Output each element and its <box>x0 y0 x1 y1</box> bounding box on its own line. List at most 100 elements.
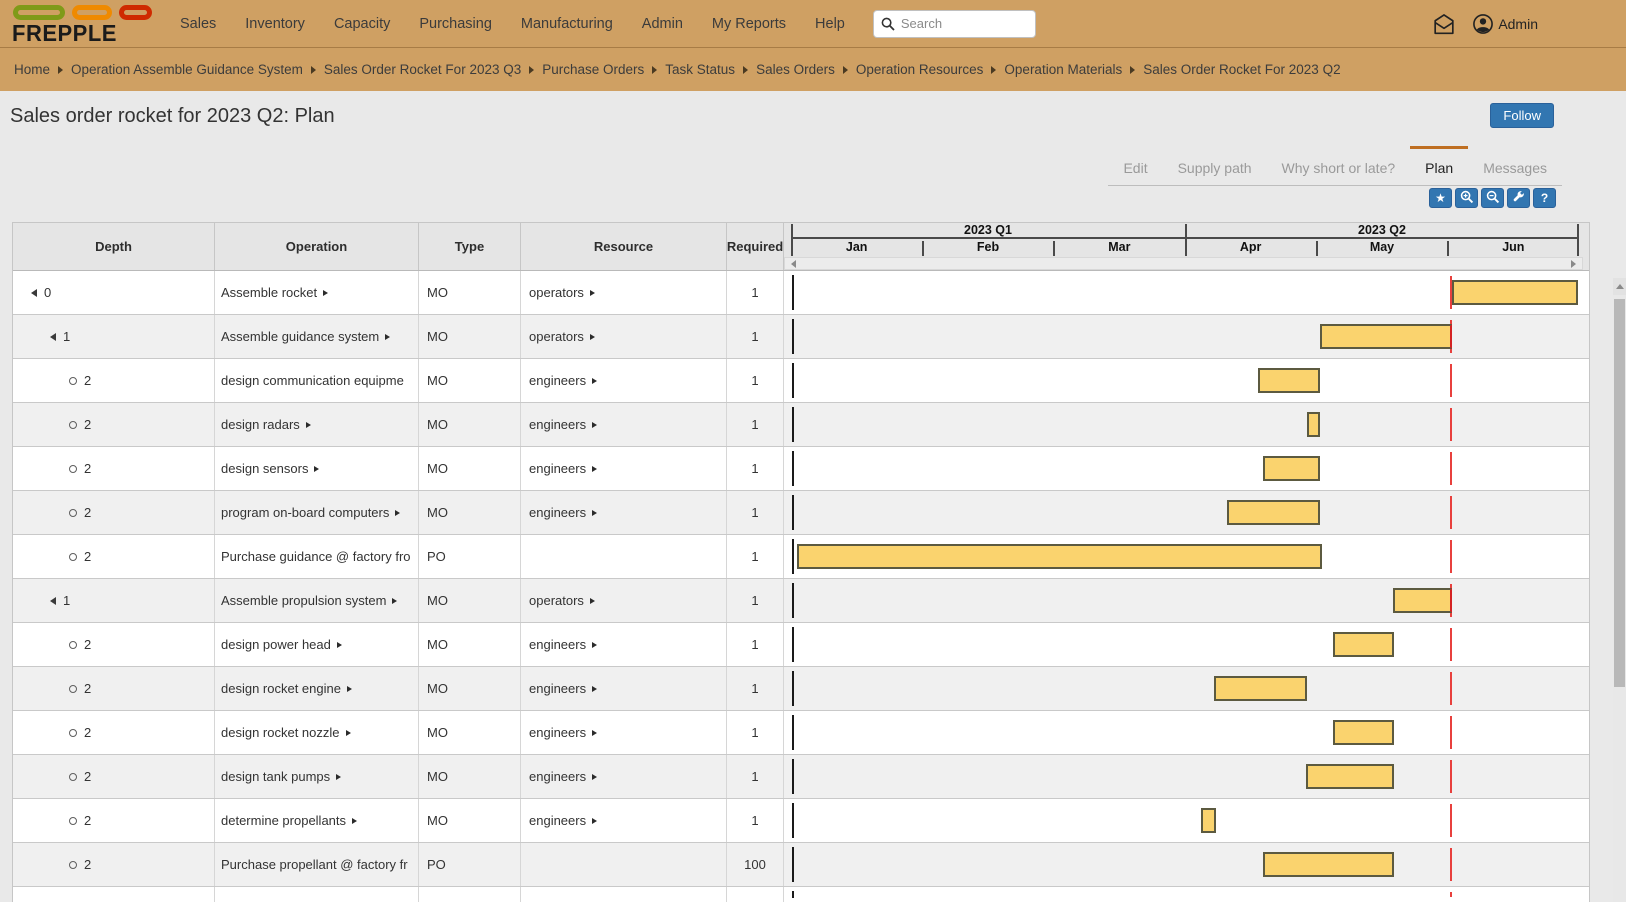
breadcrumb-item[interactable]: Sales Orders <box>756 62 835 77</box>
breadcrumb-item[interactable]: Operation Resources <box>856 62 984 77</box>
timescale-tick <box>791 224 793 256</box>
operationplan-bar[interactable] <box>1263 852 1394 877</box>
zoom-out-button[interactable] <box>1481 188 1504 208</box>
current-date-line <box>792 583 794 618</box>
due-date-line <box>1450 452 1452 485</box>
depth-value: 2 <box>84 461 91 476</box>
operation-menu-icon[interactable] <box>306 422 311 428</box>
frepple-logo[interactable]: FREPPLE <box>12 3 152 44</box>
zoom-in-button[interactable] <box>1455 188 1478 208</box>
resource-menu-icon[interactable] <box>590 290 595 296</box>
operation-menu-icon[interactable] <box>346 730 351 736</box>
scroll-up-button[interactable] <box>1613 278 1626 295</box>
tab-edit[interactable]: Edit <box>1108 146 1162 185</box>
menu-item-manufacturing[interactable]: Manufacturing <box>521 16 613 32</box>
menu-item-help[interactable]: Help <box>815 16 845 32</box>
follow-button[interactable]: Follow <box>1490 103 1554 128</box>
resource-menu-icon[interactable] <box>592 510 597 516</box>
menu-item-admin[interactable]: Admin <box>642 16 683 32</box>
resource-menu-icon[interactable] <box>592 818 597 824</box>
plan-row: 2Purchase propellant @ factory frPO100 <box>13 843 1589 887</box>
operationplan-bar[interactable] <box>1214 676 1307 701</box>
current-date-line <box>792 495 794 530</box>
depth-value: 1 <box>63 593 70 608</box>
operationplan-bar[interactable] <box>1333 632 1394 657</box>
menu-item-sales[interactable]: Sales <box>180 16 216 32</box>
help-button[interactable]: ? <box>1533 188 1556 208</box>
operation-cell: design radars <box>215 403 419 446</box>
operation-menu-icon[interactable] <box>352 818 357 824</box>
gantt-timescale: 2023 Q12023 Q2JanFebMarAprMayJun <box>791 223 1579 256</box>
operation-menu-icon[interactable] <box>337 642 342 648</box>
resource-menu-icon[interactable] <box>592 422 597 428</box>
gantt-scroll-left-icon[interactable] <box>791 260 796 268</box>
gantt-cell <box>784 667 1589 710</box>
resource-cell: engineers <box>521 623 727 666</box>
operation-cell: design tank pumps <box>215 755 419 798</box>
search-input[interactable] <box>873 10 1036 38</box>
operationplan-bar[interactable] <box>1393 588 1452 613</box>
operationplan-bar[interactable] <box>1227 500 1320 525</box>
breadcrumb-item[interactable]: Operation Assemble Guidance System <box>71 62 303 77</box>
operationplan-bar[interactable] <box>1307 412 1320 437</box>
menu-item-my-reports[interactable]: My Reports <box>712 16 786 32</box>
operation-menu-icon[interactable] <box>392 598 397 604</box>
tab-why-short-or-late-[interactable]: Why short or late? <box>1267 146 1411 185</box>
breadcrumb-item[interactable]: Sales Order Rocket For 2023 Q2 <box>1143 62 1340 77</box>
tab-plan[interactable]: Plan <box>1410 146 1468 185</box>
resource-cell: engineers <box>521 755 727 798</box>
tab-messages[interactable]: Messages <box>1468 146 1562 185</box>
operation-menu-icon[interactable] <box>314 466 319 472</box>
customize-button[interactable] <box>1507 188 1530 208</box>
operationplan-bar[interactable] <box>1201 808 1216 833</box>
breadcrumb-item[interactable]: Operation Materials <box>1004 62 1122 77</box>
operationplan-bar[interactable] <box>1320 324 1452 349</box>
collapse-icon[interactable] <box>50 333 56 341</box>
resource-cell: engineers <box>521 447 727 490</box>
operationplan-bar[interactable] <box>1333 720 1394 745</box>
operation-menu-icon[interactable] <box>336 774 341 780</box>
operation-menu-icon[interactable] <box>323 290 328 296</box>
operationplan-bar[interactable] <box>1452 280 1578 305</box>
gantt-cell <box>784 359 1589 402</box>
resource-menu-icon[interactable] <box>592 686 597 692</box>
collapse-icon[interactable] <box>50 597 56 605</box>
resource-menu-icon[interactable] <box>592 378 597 384</box>
breadcrumb-item[interactable]: Home <box>14 62 50 77</box>
breadcrumb-item[interactable]: Sales Order Rocket For 2023 Q3 <box>324 62 521 77</box>
inbox-mail-icon[interactable] <box>1431 11 1457 37</box>
resource-menu-icon[interactable] <box>590 334 595 340</box>
column-header-depth: Depth <box>13 223 215 270</box>
resource-menu-icon[interactable] <box>592 730 597 736</box>
due-date-line <box>1450 364 1452 397</box>
operationplan-bar[interactable] <box>1263 456 1320 481</box>
breadcrumb-item[interactable]: Task Status <box>665 62 735 77</box>
gantt-scroll-right-icon[interactable] <box>1571 260 1576 268</box>
resource-name: engineers <box>529 681 586 696</box>
breadcrumb-item[interactable]: Purchase Orders <box>542 62 644 77</box>
operation-cell: design rocket engine <box>215 667 419 710</box>
resource-menu-icon[interactable] <box>590 598 595 604</box>
menu-item-purchasing[interactable]: Purchasing <box>419 16 492 32</box>
zoom-in-icon <box>1460 190 1474 207</box>
operationplan-bar[interactable] <box>797 544 1322 569</box>
operation-menu-icon[interactable] <box>385 334 390 340</box>
plan-row: 1Assemble guidance systemMOoperators1 <box>13 315 1589 359</box>
resource-menu-icon[interactable] <box>592 774 597 780</box>
operation-menu-icon[interactable] <box>347 686 352 692</box>
resource-menu-icon[interactable] <box>592 642 597 648</box>
resource-menu-icon[interactable] <box>592 466 597 472</box>
vertical-scrollbar-thumb[interactable] <box>1614 299 1625 687</box>
operationplan-bar[interactable] <box>1258 368 1320 393</box>
collapse-icon[interactable] <box>31 289 37 297</box>
user-menu[interactable]: Admin <box>1471 12 1538 36</box>
depth-cell: 2 <box>13 711 215 754</box>
tab-supply-path[interactable]: Supply path <box>1163 146 1267 185</box>
operationplan-bar[interactable] <box>1306 764 1394 789</box>
plan-row: 2design rocket nozzleMOengineers1 <box>13 711 1589 755</box>
menu-item-capacity[interactable]: Capacity <box>334 16 390 32</box>
depth-cell: 2 <box>13 623 215 666</box>
operation-menu-icon[interactable] <box>395 510 400 516</box>
favorite-button[interactable]: ★ <box>1429 188 1452 208</box>
menu-item-inventory[interactable]: Inventory <box>245 16 305 32</box>
